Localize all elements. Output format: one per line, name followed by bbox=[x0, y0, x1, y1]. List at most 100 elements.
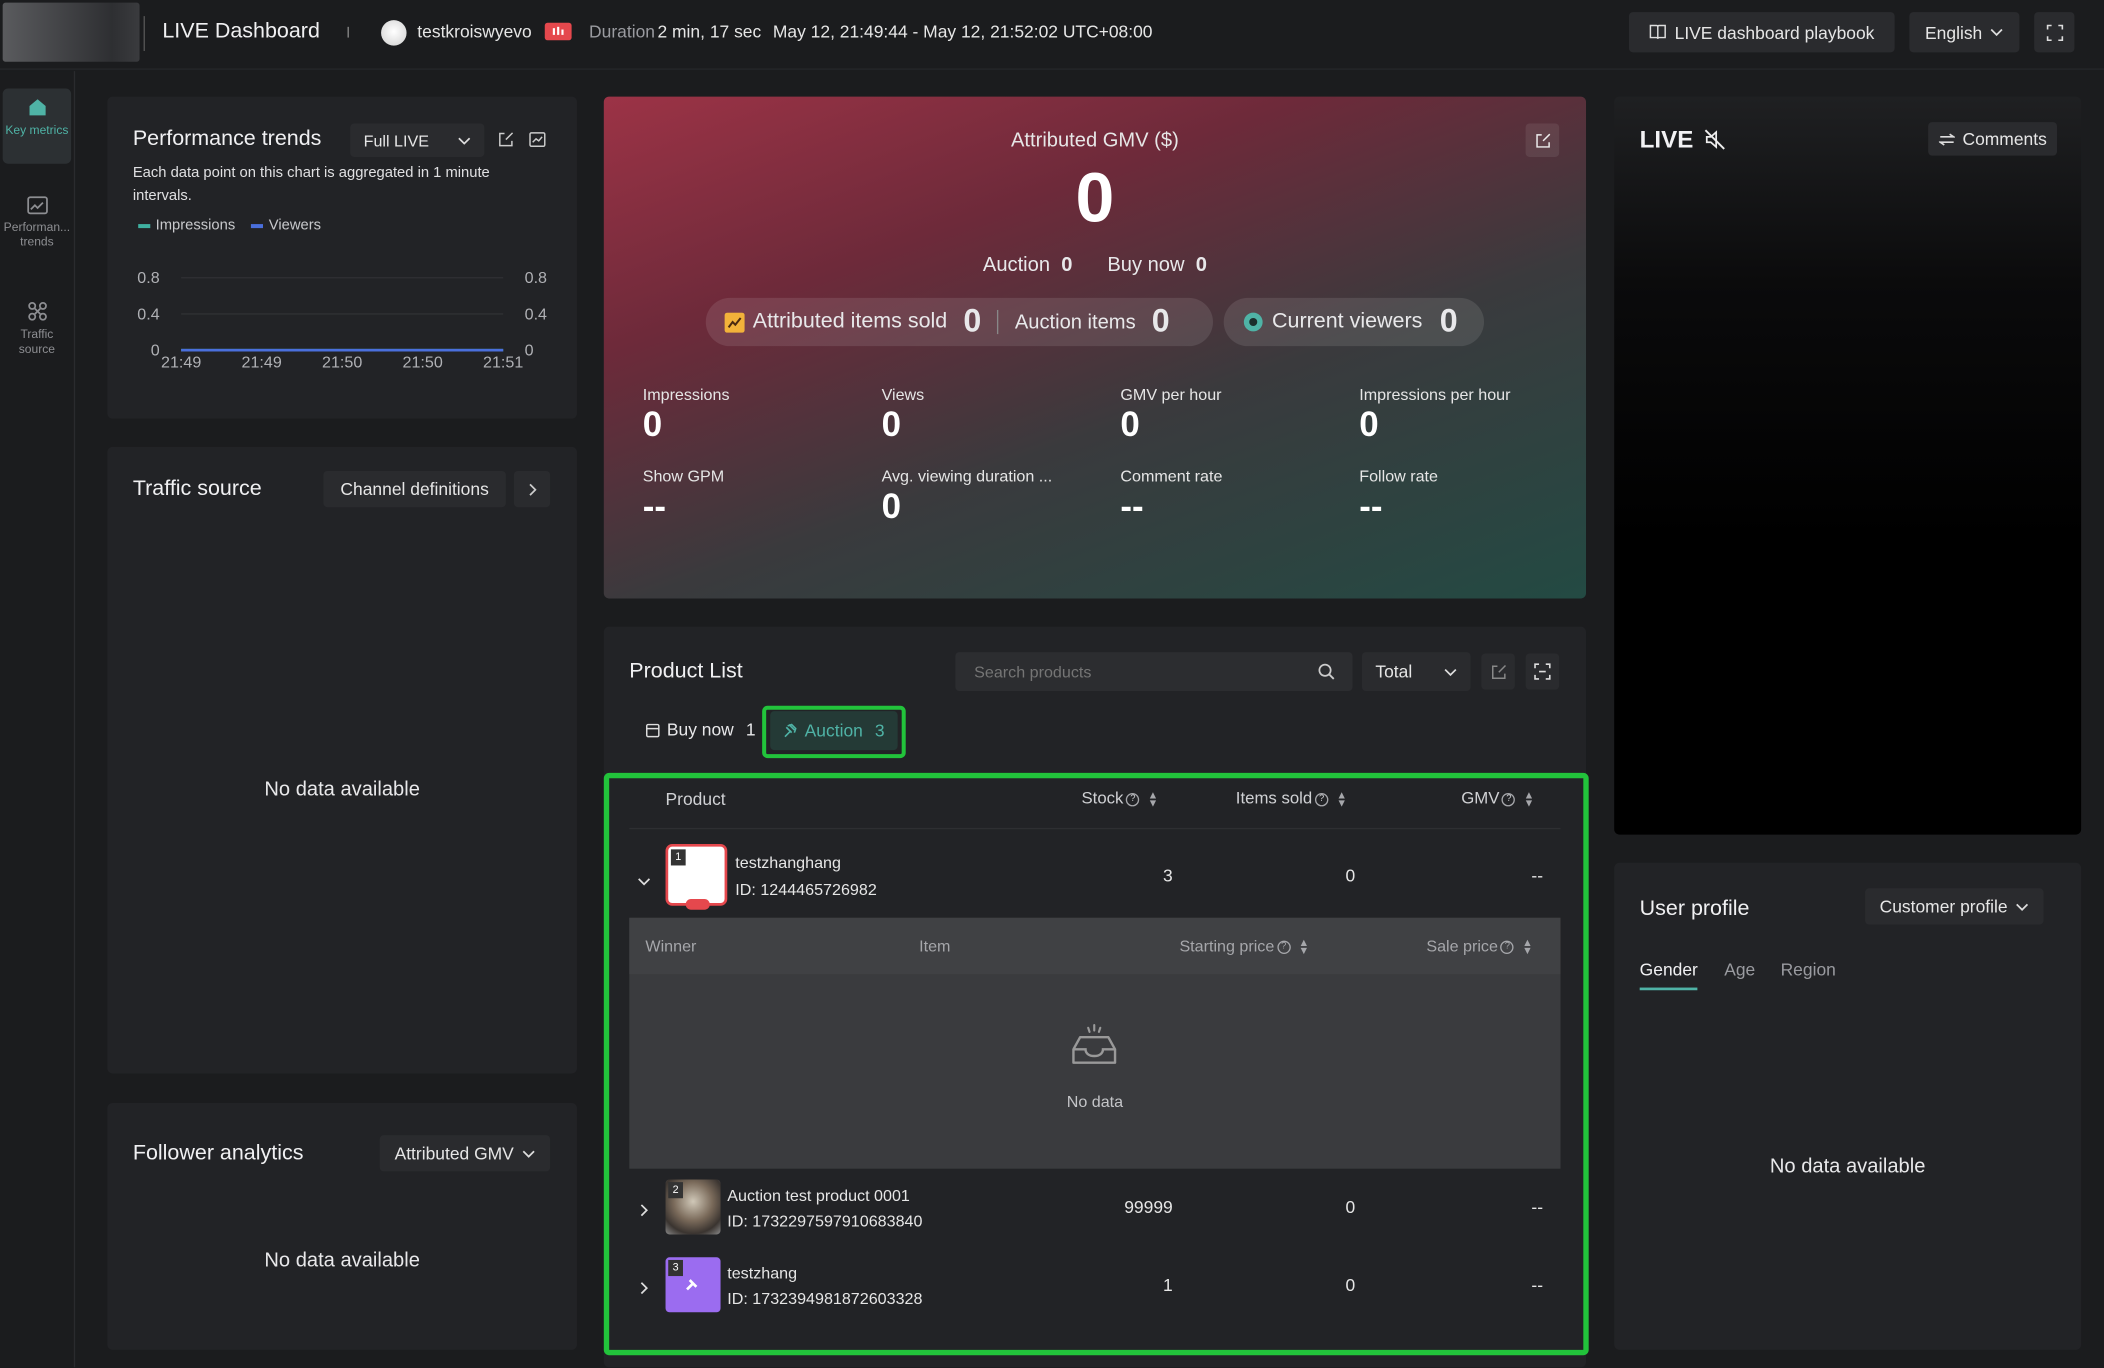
chart-legend: Impressions Viewers bbox=[138, 217, 321, 233]
items-sold-pill: Attributed items sold 0 Auction items 0 bbox=[705, 297, 1213, 347]
username: testkroiswyevo bbox=[417, 21, 532, 42]
subtable-no-data: No data bbox=[1066, 1092, 1124, 1112]
help-icon[interactable]: ? bbox=[1500, 940, 1515, 954]
legend-label: Impressions bbox=[155, 217, 236, 234]
product-sold: 0 bbox=[1345, 865, 1356, 886]
column-sale-price[interactable]: Sale price? ▲ ▼ bbox=[1426, 937, 1532, 956]
column-label: Stock bbox=[1081, 788, 1124, 808]
sidebar-item-performance-trends[interactable]: Performan... trends bbox=[3, 196, 71, 263]
empty-inbox-icon bbox=[1072, 1024, 1117, 1064]
product-name: testzhanghang bbox=[735, 853, 841, 873]
column-label: Sale price bbox=[1426, 936, 1498, 956]
chevron-down-icon bbox=[638, 878, 651, 886]
avatar bbox=[381, 20, 407, 46]
sidebar-item-label: Traffic source bbox=[18, 327, 56, 356]
performance-title: Performance trends bbox=[132, 127, 322, 151]
help-icon[interactable]: ? bbox=[1314, 792, 1329, 807]
follower-title: Follower analytics bbox=[132, 1141, 304, 1165]
chevron-down-icon bbox=[1991, 28, 2004, 37]
collapse-row-button[interactable] bbox=[637, 868, 651, 892]
sort-icon[interactable]: ▲ ▼ bbox=[1336, 789, 1347, 808]
edit-icon bbox=[1535, 132, 1550, 147]
sidebar-item-key-metrics[interactable]: Key metrics bbox=[2, 88, 72, 164]
metric-value: -- bbox=[1359, 485, 1383, 526]
expand-row-button[interactable] bbox=[640, 1200, 648, 1224]
comments-button[interactable]: Comments bbox=[1928, 122, 2057, 156]
performance-period-select[interactable]: Full LIVE bbox=[350, 123, 485, 157]
legend-item-viewers: Viewers bbox=[251, 217, 321, 233]
sort-icon[interactable]: ▲ ▼ bbox=[1524, 789, 1535, 808]
channel-definitions-button[interactable]: Channel definitions bbox=[323, 470, 506, 508]
gmv-edit-button[interactable] bbox=[1525, 123, 1560, 157]
column-gmv[interactable]: GMV? ▲ ▼ bbox=[1461, 789, 1534, 808]
playbook-label: LIVE dashboard playbook bbox=[1674, 22, 1875, 43]
metric-gmv-per-hour: GMV per hour 0 bbox=[1120, 385, 1359, 445]
search-input[interactable] bbox=[955, 652, 1305, 692]
product-edit-button[interactable] bbox=[1481, 653, 1515, 690]
mute-icon[interactable] bbox=[1704, 129, 1725, 150]
auction-items-label: Auction items bbox=[1014, 310, 1136, 334]
chart-icon bbox=[529, 132, 546, 147]
live-indicator-icon bbox=[544, 22, 572, 41]
product-gmv: -- bbox=[1531, 1274, 1544, 1295]
sort-icon[interactable]: ▲ ▼ bbox=[1298, 937, 1309, 956]
tab-age[interactable]: Age bbox=[1724, 959, 1755, 979]
search-box bbox=[955, 652, 1353, 692]
sidebar bbox=[0, 71, 76, 1368]
help-icon[interactable]: ? bbox=[1502, 792, 1516, 807]
expand-row-button[interactable] bbox=[640, 1277, 648, 1301]
tab-auction[interactable]: Auction 3 bbox=[770, 711, 898, 751]
rank-badge: 3 bbox=[668, 1259, 683, 1277]
tab-region[interactable]: Region bbox=[1781, 959, 1836, 979]
trend-up-icon bbox=[724, 311, 745, 333]
column-items-sold[interactable]: Items sold? ▲ ▼ bbox=[1236, 789, 1347, 808]
column-winner: Winner bbox=[645, 936, 697, 956]
product-stock: 3 bbox=[1163, 865, 1173, 886]
column-stock[interactable]: Stock? ▲ ▼ bbox=[1081, 789, 1158, 808]
x-tick-label: 21:49 bbox=[242, 354, 282, 372]
search-icon[interactable] bbox=[1318, 663, 1335, 680]
legend-label: Viewers bbox=[268, 217, 322, 234]
gmv-auction-label: Auction bbox=[982, 253, 1051, 277]
tab-gender[interactable]: Gender bbox=[1639, 959, 1698, 991]
x-tick-label: 21:50 bbox=[403, 354, 443, 372]
divider bbox=[143, 16, 145, 51]
items-sold-label: Attributed items sold bbox=[752, 309, 948, 333]
user-profile-title: User profile bbox=[1639, 897, 1750, 921]
duration-value: 2 min, 17 sec bbox=[657, 21, 762, 42]
playbook-button[interactable]: LIVE dashboard playbook bbox=[1628, 12, 1895, 53]
book-icon bbox=[1649, 24, 1666, 39]
language-select[interactable]: English bbox=[1909, 12, 2020, 53]
traffic-no-data: No data available bbox=[264, 778, 420, 802]
viewers-label: Current viewers bbox=[1272, 309, 1423, 333]
customer-profile-select[interactable]: Customer profile bbox=[1865, 888, 2044, 925]
metric-label: GMV per hour bbox=[1120, 385, 1222, 404]
language-label: English bbox=[1925, 22, 1983, 43]
help-icon[interactable]: ? bbox=[1276, 940, 1291, 954]
total-select[interactable]: Total bbox=[1361, 652, 1471, 692]
metric-impressions: Impressions 0 bbox=[643, 385, 882, 445]
gmv-value: 0 bbox=[1075, 159, 1115, 238]
product-expand-button[interactable] bbox=[1525, 653, 1560, 690]
sort-icon[interactable]: ▲ ▼ bbox=[1522, 937, 1533, 956]
chart-view-button[interactable] bbox=[525, 125, 550, 155]
divider bbox=[347, 26, 349, 38]
column-starting-price[interactable]: Starting price? ▲ ▼ bbox=[1179, 937, 1309, 956]
y-tick-label-right: 0 bbox=[525, 342, 534, 360]
auction-items-value: 0 bbox=[1151, 303, 1170, 340]
x-tick-label: 21:50 bbox=[322, 354, 362, 372]
chevron-right-icon bbox=[640, 1204, 648, 1217]
fullscreen-button[interactable] bbox=[2034, 12, 2075, 53]
traffic-next-button[interactable] bbox=[513, 470, 551, 508]
follower-metric-select[interactable]: Attributed GMV bbox=[379, 1135, 551, 1172]
product-stock: 1 bbox=[1163, 1274, 1173, 1295]
swap-icon bbox=[1938, 132, 1955, 145]
sidebar-item-traffic-source[interactable]: Traffic source bbox=[3, 301, 71, 368]
metric-value: -- bbox=[1120, 485, 1144, 526]
sort-icon[interactable]: ▲ ▼ bbox=[1148, 789, 1159, 808]
viewers-value: 0 bbox=[1439, 303, 1458, 340]
tab-buy-now[interactable]: Buy now 1 bbox=[645, 719, 756, 739]
metrics-grid: Impressions 0 Views 0 GMV per hour 0 Impres… bbox=[643, 385, 1582, 527]
help-icon[interactable]: ? bbox=[1126, 792, 1140, 807]
edit-button[interactable] bbox=[492, 125, 517, 155]
